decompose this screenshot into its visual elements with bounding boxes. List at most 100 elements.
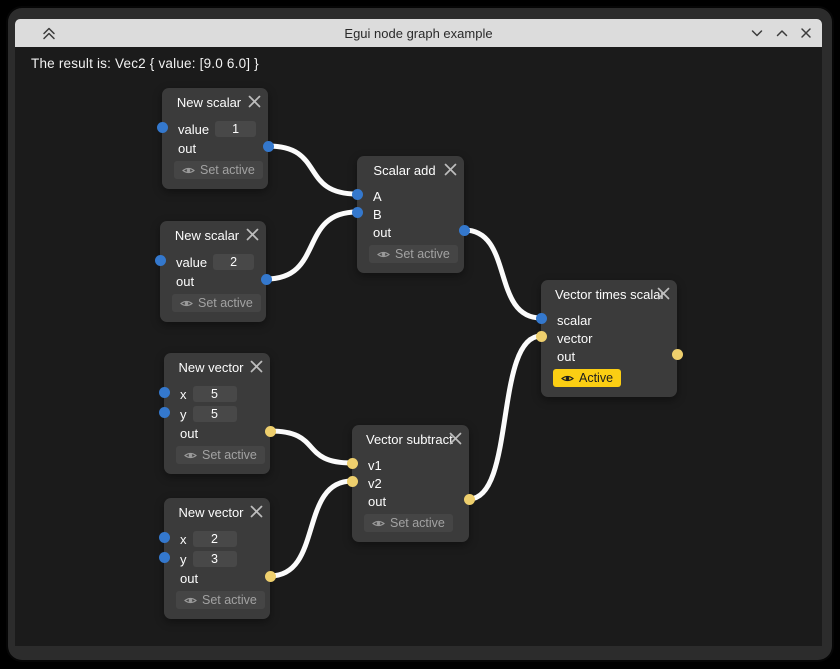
wire-connection: [270, 431, 352, 463]
node-close-icon[interactable]: [250, 360, 263, 373]
node-new-scalar-1[interactable]: New scalar value1 out Set active: [162, 88, 268, 189]
node-header[interactable]: Vector subtract: [352, 425, 469, 452]
row-label: y: [180, 407, 187, 422]
wire-connection: [268, 146, 357, 194]
node-new-vector-2[interactable]: New vectorx2y3outSet active: [164, 498, 270, 619]
result-text: The result is: Vec2 { value: [9.0 6.0] }: [31, 56, 259, 71]
row-label: y: [180, 552, 187, 567]
set-active-button[interactable]: Set active: [172, 294, 261, 312]
port-vsub-v1[interactable]: [347, 458, 358, 469]
node-row: y3: [164, 549, 270, 569]
port-nv1-x[interactable]: [159, 387, 170, 398]
set-active-button[interactable]: Set active: [369, 245, 458, 263]
port-nv1-out[interactable]: [265, 426, 276, 437]
port-nv2-out[interactable]: [265, 571, 276, 582]
eye-icon: [377, 250, 390, 259]
row-label: out: [368, 494, 386, 509]
port-vsub-v2[interactable]: [347, 476, 358, 487]
node-header[interactable]: New vector: [164, 498, 270, 525]
row-label: out: [178, 141, 196, 156]
row-label: vector: [557, 331, 592, 346]
node-row: scalar: [541, 311, 677, 329]
node-row: x5: [164, 384, 270, 404]
node-header[interactable]: Vector times scalar: [541, 280, 677, 307]
node-new-scalar-2[interactable]: New scalar value 2 out Set active: [160, 221, 266, 322]
wire-connection: [469, 336, 541, 499]
port-add-a[interactable]: [352, 189, 363, 200]
node-close-icon[interactable]: [444, 163, 457, 176]
port-ns1-out[interactable]: [263, 141, 274, 152]
node-title: New vector: [178, 505, 243, 520]
set-active-label: Set active: [198, 296, 253, 310]
node-close-icon[interactable]: [248, 95, 261, 108]
node-row: v1: [352, 456, 469, 474]
row-label: x: [180, 387, 187, 402]
node-row: out: [164, 569, 270, 587]
row-label: out: [373, 225, 391, 240]
value-field[interactable]: 2: [213, 254, 254, 270]
node-row: out: [164, 424, 270, 442]
node-row: y5: [164, 404, 270, 424]
row-label: out: [557, 349, 575, 364]
eye-icon: [372, 519, 385, 528]
row-label: v1: [368, 458, 382, 473]
port-vts-vector[interactable]: [536, 331, 547, 342]
eye-icon: [182, 166, 195, 175]
set-active-button[interactable]: Set active: [174, 161, 263, 179]
set-active-label: Set active: [202, 593, 257, 607]
value-field[interactable]: 5: [193, 386, 237, 402]
port-nv2-y[interactable]: [159, 552, 170, 563]
port-ns2-out[interactable]: [261, 274, 272, 285]
set-active-label: Set active: [390, 516, 445, 530]
eye-icon: [184, 451, 197, 460]
port-ns1-in[interactable]: [157, 122, 168, 133]
node-graph-canvas[interactable]: The result is: Vec2 { value: [9.0 6.0] }…: [0, 0, 840, 669]
wire-connection: [266, 212, 357, 279]
value-field[interactable]: 5: [193, 406, 237, 422]
node-vector-times-scalar[interactable]: Vector times scalar scalar vector out Active: [541, 280, 677, 397]
node-row: v2: [352, 474, 469, 492]
node-header[interactable]: New scalar: [160, 221, 266, 248]
node-row: out: [162, 139, 268, 157]
set-active-label: Set active: [200, 163, 255, 177]
node-title: Scalar add: [373, 163, 435, 178]
value-field[interactable]: 1: [215, 121, 256, 137]
node-close-icon[interactable]: [246, 228, 259, 241]
row-label: scalar: [557, 313, 592, 328]
port-nv2-x[interactable]: [159, 532, 170, 543]
node-header[interactable]: Scalar add: [357, 156, 464, 183]
node-new-vector-1[interactable]: New vectorx5y5outSet active: [164, 353, 270, 474]
set-active-button[interactable]: Set active: [176, 591, 265, 609]
port-ns2-in[interactable]: [155, 255, 166, 266]
port-vsub-out[interactable]: [464, 494, 475, 505]
value-field[interactable]: 2: [193, 531, 237, 547]
node-close-icon[interactable]: [449, 432, 462, 445]
port-vts-scalar[interactable]: [536, 313, 547, 324]
row-label: out: [180, 426, 198, 441]
set-active-button[interactable]: Set active: [364, 514, 453, 532]
node-row: value1: [162, 119, 268, 139]
node-header[interactable]: New vector: [164, 353, 270, 380]
wire-connection: [270, 481, 352, 576]
row-label: v2: [368, 476, 382, 491]
set-active-label: Set active: [202, 448, 257, 462]
node-header[interactable]: New scalar: [162, 88, 268, 115]
row-label: out: [180, 571, 198, 586]
node-row: out: [160, 272, 266, 290]
node-title: New scalar: [177, 95, 241, 110]
port-nv1-y[interactable]: [159, 407, 170, 418]
row-label: A: [373, 189, 382, 204]
node-vector-subtract[interactable]: Vector subtract v1 v2 out Set active: [352, 425, 469, 542]
port-vts-out[interactable]: [672, 349, 683, 360]
wires-layer: [0, 0, 840, 669]
set-active-button[interactable]: Set active: [176, 446, 265, 464]
node-close-icon[interactable]: [657, 287, 670, 300]
port-add-b[interactable]: [352, 207, 363, 218]
value-field[interactable]: 3: [193, 551, 237, 567]
set-active-button[interactable]: Active: [553, 369, 621, 387]
row-label: value: [176, 255, 207, 270]
eye-icon: [561, 374, 574, 383]
node-scalar-add[interactable]: Scalar addABoutSet active: [357, 156, 464, 273]
node-close-icon[interactable]: [250, 505, 263, 518]
port-add-out[interactable]: [459, 225, 470, 236]
